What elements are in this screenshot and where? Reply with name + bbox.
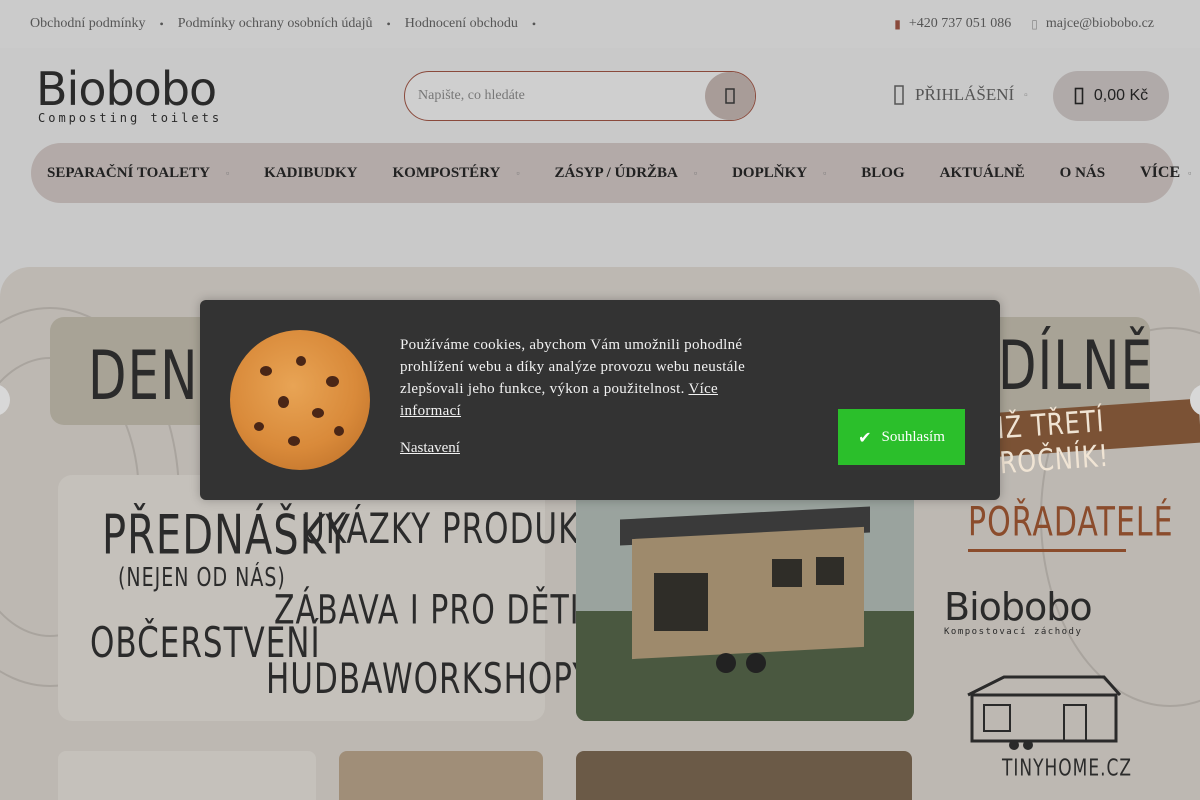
underline bbox=[968, 549, 1126, 552]
login-button[interactable]: PŘIHLÁŠENÍ ▫ bbox=[893, 84, 1028, 106]
chevron-down-icon: ▫ bbox=[1188, 168, 1192, 178]
nav-item-label: BLOG bbox=[861, 164, 905, 181]
nav-item-about[interactable]: O NÁS bbox=[1060, 165, 1105, 182]
search-input[interactable] bbox=[405, 88, 705, 104]
search-button[interactable] bbox=[705, 72, 755, 120]
nav-item-separation-toilets[interactable]: SEPARAČNÍ TOALETY ▫ bbox=[47, 165, 229, 182]
organizers-text: POŘADATELÉ bbox=[968, 499, 1174, 547]
nav-item-maintenance[interactable]: ZÁSYP / ÚDRŽBA ▫ bbox=[555, 165, 698, 182]
chevron-down-icon: ▫ bbox=[516, 168, 520, 178]
bottom-photo-right bbox=[576, 751, 912, 800]
search-icon bbox=[725, 88, 735, 104]
nav-item-kadibudky[interactable]: KADIBUDKY bbox=[264, 165, 357, 182]
tiny-house-photo bbox=[576, 477, 914, 721]
organizer-brand: Biobobo bbox=[944, 585, 1093, 629]
nav-item-composters[interactable]: KOMPOSTÉRY ▫ bbox=[393, 165, 520, 182]
phone-number: +420 737 051 086 bbox=[908, 16, 1012, 31]
accept-label: Souhlasím bbox=[881, 428, 945, 445]
chevron-down-icon: ▫ bbox=[1024, 89, 1028, 101]
site-logo[interactable]: Biobobo Composting toilets bbox=[36, 66, 256, 132]
mail-icon: ▯ bbox=[1031, 16, 1038, 31]
nav-item-label: KADIBUDKY bbox=[264, 164, 358, 181]
main-nav: SEPARAČNÍ TOALETY ▫ KADIBUDKY KOMPOSTÉRY… bbox=[31, 143, 1191, 203]
site-header: Biobobo Composting toilets PŘIHLÁŠENÍ ▫ … bbox=[0, 48, 1200, 143]
cart-total: 0,00 Kč bbox=[1093, 87, 1149, 104]
ribbon-text: IŽ TŘETÍ ROČNÍK! bbox=[996, 403, 1111, 481]
nav-item-blog[interactable]: BLOG bbox=[861, 165, 904, 182]
phone-contact[interactable]: ▮ +420 737 051 086 bbox=[894, 16, 1011, 32]
check-icon: ✔ bbox=[858, 427, 872, 447]
nav-item-label: DOPLŇKY bbox=[732, 164, 808, 181]
nav-item-label: AKTUÁLNĚ bbox=[939, 164, 1025, 181]
nav-item-label: O NÁS bbox=[1059, 164, 1106, 181]
cookie-consent-dialog: Používáme cookies, abychom Vám umožnili … bbox=[200, 300, 1000, 500]
nav-item-more[interactable]: VÍCE ▫ bbox=[1140, 164, 1191, 182]
not-only-text: (NEJEN OD NÁS) bbox=[118, 563, 286, 593]
products-text: UKÁZKY PRODUKTŮ bbox=[302, 505, 621, 554]
nav-item-label: SEPARAČNÍ TOALETY bbox=[47, 164, 210, 181]
bottom-photo-middle bbox=[339, 751, 543, 800]
organizer-brand-sub: Kompostovací záchody bbox=[944, 627, 1083, 637]
privacy-link[interactable]: Podmínky ochrany osobních údajů bbox=[178, 16, 405, 32]
user-icon bbox=[894, 85, 904, 105]
cart-icon bbox=[1074, 87, 1084, 105]
login-label: PŘIHLÁŠENÍ bbox=[915, 85, 1015, 104]
terms-link[interactable]: Obchodní podmínky bbox=[30, 16, 178, 32]
cookie-icon bbox=[230, 330, 370, 470]
tinyhome-text: TINYHOME.CZ bbox=[1002, 755, 1132, 782]
accept-cookies-button[interactable]: ✔ Souhlasím bbox=[838, 409, 965, 465]
nav-item-label: ZÁSYP / ÚDRŽBA bbox=[554, 164, 678, 181]
cookie-message: Používáme cookies, abychom Vám umožnili … bbox=[400, 334, 770, 422]
nav-item-label: VÍCE bbox=[1140, 164, 1181, 181]
music-text: HUDBA bbox=[266, 655, 384, 704]
top-links: Obchodní podmínky Podmínky ochrany osobn… bbox=[30, 16, 550, 32]
top-contacts: ▮ +420 737 051 086 ▯ majce@biobobo.cz bbox=[894, 16, 1170, 32]
email-contact[interactable]: ▯ majce@biobobo.cz bbox=[1031, 16, 1154, 32]
nav-item-news[interactable]: AKTUÁLNĚ bbox=[940, 165, 1025, 182]
nav-item-label: KOMPOSTÉRY bbox=[392, 164, 501, 181]
email-address: majce@biobobo.cz bbox=[1045, 16, 1154, 31]
chevron-down-icon: ▫ bbox=[225, 168, 230, 178]
banner-title-right: DÍLNĚ bbox=[998, 327, 1154, 406]
workshops-text: WORKSHOPY bbox=[382, 655, 593, 704]
bottom-card-left bbox=[58, 751, 316, 800]
search-bar bbox=[404, 71, 756, 121]
chevron-down-icon: ▫ bbox=[823, 168, 827, 178]
logo-subtitle: Composting toilets bbox=[38, 111, 223, 125]
phone-icon: ▮ bbox=[894, 16, 901, 31]
reviews-link[interactable]: Hodnocení obchodu bbox=[405, 16, 550, 32]
chevron-down-icon: ▫ bbox=[693, 168, 698, 178]
logo-word: Biobobo bbox=[36, 62, 217, 116]
cookie-settings-link[interactable]: Nastavení bbox=[400, 440, 460, 457]
top-bar: Obchodní podmínky Podmínky ochrany osobn… bbox=[0, 0, 1200, 48]
tiny-house-drawing bbox=[967, 675, 1122, 750]
nav-item-accessories[interactable]: DOPLŇKY ▫ bbox=[732, 165, 826, 182]
cart-button[interactable]: 0,00 Kč bbox=[1053, 71, 1169, 121]
